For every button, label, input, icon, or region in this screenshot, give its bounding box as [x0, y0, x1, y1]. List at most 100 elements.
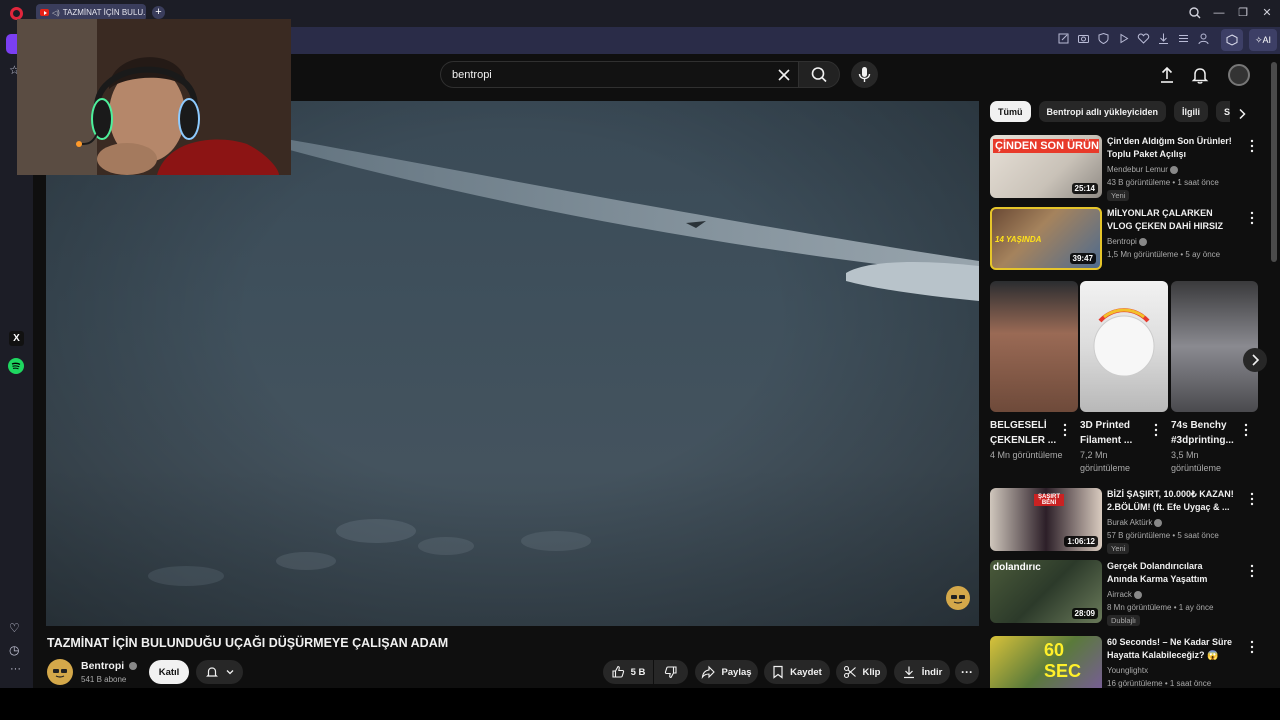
sidebar-history-icon[interactable]: ◷: [9, 643, 19, 657]
recommendation-channel[interactable]: Younglightx: [1107, 666, 1148, 675]
short-thumbnail[interactable]: [990, 281, 1078, 412]
recommendation-stats: 1,5 Mn görüntüleme • 5 ay önce: [1107, 250, 1221, 259]
more-vertical-icon[interactable]: [1248, 564, 1256, 578]
clip-button[interactable]: Klip: [836, 660, 887, 684]
recommendation-item[interactable]: dolandırıc 28:09 Gerçek Dolandırıcılara …: [990, 560, 1260, 626]
video-thumbnail[interactable]: ŞAŞIRT BENİ 1:06:12: [990, 488, 1102, 551]
video-thumbnail[interactable]: ÇİNDEN SON ÜRÜNLER 25:14: [990, 135, 1102, 198]
recommendation-channel[interactable]: Mendebur Lemur: [1107, 165, 1178, 174]
recommendation-item[interactable]: 60 SEC 60 Seconds! – Ne Kadar Süre Hayat…: [990, 636, 1260, 688]
tab-title: TAZMİNAT İÇİN BULU...: [62, 8, 146, 17]
more-vertical-icon[interactable]: [1242, 423, 1250, 437]
profile-icon[interactable]: [1197, 32, 1210, 45]
short-title[interactable]: 3D Printed Filament ...: [1080, 418, 1156, 448]
more-vertical-icon[interactable]: [1248, 211, 1256, 225]
thumbnail-text: 60 SEC: [1044, 640, 1082, 681]
maximize-button[interactable]: ❐: [1235, 5, 1251, 21]
like-button[interactable]: 5 B: [603, 660, 653, 684]
video-player[interactable]: [46, 101, 979, 626]
recommendation-title[interactable]: Gerçek Dolandırıcılara Anında Karma Yaşa…: [1107, 560, 1235, 586]
browser-search-icon[interactable]: [1187, 5, 1203, 21]
video-thumbnail[interactable]: 14 YAŞINDA 39:47: [990, 207, 1102, 270]
shield-icon[interactable]: [1097, 32, 1110, 45]
recommendation-title[interactable]: Çin'den Aldığım Son Ürünler! Toplu Paket…: [1107, 135, 1235, 161]
chip-related[interactable]: İlgili: [1174, 101, 1209, 122]
video-thumbnail[interactable]: dolandırıc 28:09: [990, 560, 1102, 623]
search-input[interactable]: bentropi: [440, 61, 798, 88]
verified-icon: [1154, 518, 1163, 527]
menu-lines-icon[interactable]: [1177, 32, 1190, 45]
new-tab-button[interactable]: +: [152, 6, 165, 19]
more-vertical-icon[interactable]: [1248, 139, 1256, 153]
recommendation-channel[interactable]: Burak Aktürk: [1107, 518, 1163, 527]
more-vertical-icon[interactable]: [1152, 423, 1160, 437]
notifications-bell-icon[interactable]: [1190, 65, 1210, 85]
dislike-button[interactable]: [654, 660, 688, 684]
short-views: 4 Mn görüntüleme: [990, 450, 1063, 460]
recommendation-channel[interactable]: Bentropi: [1107, 237, 1147, 246]
page-scrollbar[interactable]: [1271, 62, 1277, 262]
scissors-icon: [843, 665, 856, 679]
short-thumbnail[interactable]: [1080, 281, 1168, 412]
recommendation-title[interactable]: BİZİ ŞAŞIRT, 10.000₺ KAZAN! 2.BÖLÜM! (ft…: [1107, 488, 1235, 514]
recommendation-title[interactable]: MİLYONLAR ÇALARKEN VLOG ÇEKEN DAHİ HIRSI…: [1107, 207, 1235, 233]
join-button[interactable]: Katıl: [149, 660, 189, 684]
share-button[interactable]: Paylaş: [695, 660, 758, 684]
play-icon[interactable]: [1117, 32, 1130, 45]
youtube-favicon-icon: [40, 9, 49, 16]
download-icon: [903, 666, 914, 679]
clear-search-icon[interactable]: [774, 65, 794, 85]
chip-from-uploader[interactable]: Bentropi adlı yükleyiciden: [1038, 101, 1167, 122]
sidebar-x-icon[interactable]: X: [9, 331, 24, 346]
channel-avatar[interactable]: [47, 659, 73, 685]
more-actions-button[interactable]: ···: [955, 660, 979, 684]
channel-name-text: Bentropi: [81, 660, 125, 672]
camera-icon[interactable]: [1077, 32, 1090, 45]
edit-icon[interactable]: [1057, 32, 1070, 45]
thumbs-down-icon: [664, 666, 677, 679]
upload-icon[interactable]: [1157, 65, 1177, 85]
microphone-icon: [858, 67, 871, 82]
shorts-next-button[interactable]: [1243, 348, 1267, 372]
short-views: 3,5 Mn görüntüleme: [1171, 450, 1222, 473]
download-button[interactable]: İndir: [894, 660, 950, 684]
webcam-overlay: [17, 19, 291, 175]
chip-all[interactable]: Tümü: [990, 101, 1031, 122]
chip-more[interactable]: Sa: [1216, 101, 1230, 122]
recommendation-stats: 43 B görüntüleme • 1 saat önce: [1107, 178, 1219, 187]
voice-search-button[interactable]: [851, 61, 878, 88]
minimize-button[interactable]: —: [1211, 5, 1227, 21]
close-window-button[interactable]: ✕: [1259, 5, 1275, 21]
recommendation-channel[interactable]: Airrack: [1107, 590, 1142, 599]
short-title[interactable]: BELGESELİ ÇEKENLER ...: [990, 418, 1066, 448]
sidebar-spotify-icon[interactable]: [8, 358, 24, 374]
new-badge: Yeni: [1107, 543, 1130, 554]
account-avatar[interactable]: [1228, 64, 1250, 86]
more-vertical-icon[interactable]: [1248, 640, 1256, 654]
video-duration: 1:06:12: [1064, 536, 1098, 547]
short-title[interactable]: 74s Benchy #3dprinting...: [1171, 418, 1247, 448]
filter-chips: Tümü Bentropi adlı yükleyiciden İlgili S…: [990, 101, 1230, 122]
channel-name[interactable]: Bentropi: [81, 660, 138, 672]
short-thumbnail[interactable]: [1171, 281, 1258, 412]
download-icon[interactable]: [1157, 32, 1170, 45]
sidebar-heart-icon[interactable]: ♡: [9, 621, 20, 635]
heart-icon[interactable]: [1137, 32, 1150, 45]
recommendation-item[interactable]: ŞAŞIRT BENİ 1:06:12 BİZİ ŞAŞIRT, 10.000₺…: [990, 488, 1260, 554]
more-vertical-icon[interactable]: [1248, 492, 1256, 506]
ai-button[interactable]: ✧AI: [1249, 29, 1277, 51]
subscriber-count: 541 B abone: [81, 675, 127, 684]
more-vertical-icon[interactable]: [1061, 423, 1069, 437]
recommendation-item[interactable]: 14 YAŞINDA 39:47 MİLYONLAR ÇALARKEN VLOG…: [990, 207, 1260, 270]
video-thumbnail[interactable]: 60 SEC: [990, 636, 1102, 688]
channel-watermark-icon[interactable]: [946, 586, 970, 610]
chips-next-icon[interactable]: [1234, 106, 1250, 122]
notifications-dropdown[interactable]: [196, 660, 243, 684]
search-button[interactable]: [798, 61, 840, 88]
extensions-cube-icon[interactable]: [1221, 29, 1243, 51]
recommendation-item[interactable]: ÇİNDEN SON ÜRÜNLER 25:14 Çin'den Aldığım…: [990, 135, 1260, 201]
recommendation-title[interactable]: 60 Seconds! – Ne Kadar Süre Hayatta Kala…: [1107, 636, 1235, 662]
sidebar-more-icon[interactable]: ···: [10, 663, 21, 675]
search-icon: [811, 67, 827, 83]
save-button[interactable]: Kaydet: [764, 660, 830, 684]
